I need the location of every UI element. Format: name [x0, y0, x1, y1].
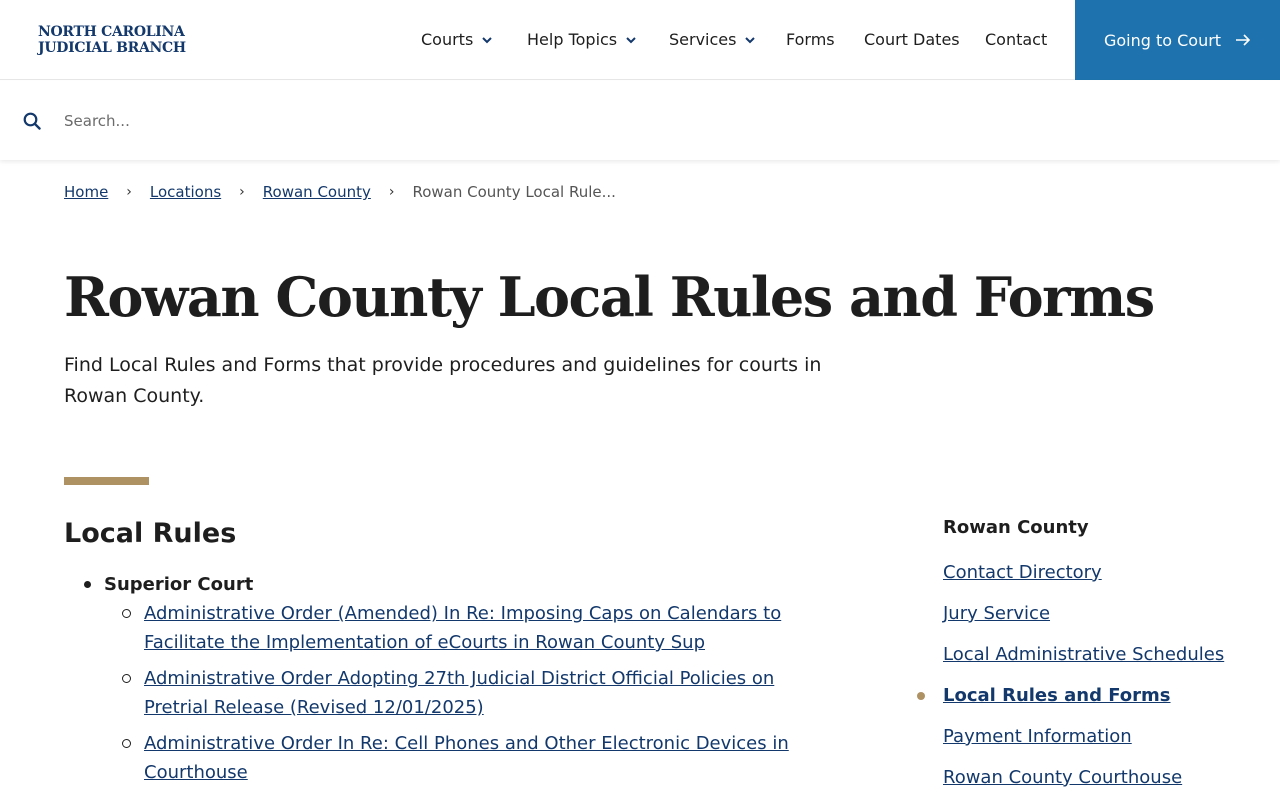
- list-item: Administrative Order In Re: Cell Phones …: [64, 729, 804, 787]
- list-item: Administrative Order Adopting 27th Judic…: [64, 664, 804, 722]
- nav-item-court-dates[interactable]: Court Dates: [864, 30, 960, 50]
- rule-link[interactable]: Administrative Order (Amended) In Re: Im…: [144, 603, 781, 653]
- chevron-right-icon: ›: [126, 184, 132, 200]
- rule-link[interactable]: Administrative Order In Re: Cell Phones …: [144, 733, 789, 783]
- sidebar-link[interactable]: Contact Directory: [943, 562, 1102, 583]
- list-item: Administrative Order (Amended) In Re: Im…: [64, 599, 804, 657]
- nav-item-label: Help Topics: [527, 30, 618, 49]
- breadcrumb-rowan-county[interactable]: Rowan County: [263, 183, 371, 201]
- sidebar-item-local-administrative-schedules: Local Administrative Schedules: [943, 640, 1243, 669]
- breadcrumb-home[interactable]: Home: [64, 183, 108, 201]
- nav-item-label: Contact: [985, 30, 1048, 49]
- nav-item-label: Forms: [786, 30, 835, 49]
- chevron-right-icon: ›: [239, 184, 245, 200]
- site-header: NORTH CAROLINA JUDICIAL BRANCH Courts He…: [0, 0, 1280, 80]
- chevron-down-icon: [482, 37, 493, 44]
- sidebar-nav: Rowan County Contact Directory Jury Serv…: [917, 514, 1243, 800]
- search-input[interactable]: [64, 107, 964, 135]
- going-to-court-button[interactable]: Going to Court: [1075, 0, 1280, 80]
- nav-item-contact[interactable]: Contact: [985, 30, 1047, 50]
- nav-item-label: Courts: [421, 30, 474, 49]
- nav-item-forms[interactable]: Forms: [786, 30, 835, 50]
- sidebar-link[interactable]: Local Rules and Forms: [943, 685, 1171, 706]
- page-title: Rowan County Local Rules and Forms: [64, 265, 1155, 329]
- sidebar-link[interactable]: Jury Service: [943, 603, 1050, 624]
- local-rules-heading: Local Rules: [64, 518, 237, 549]
- logo-line-1: NORTH CAROLINA: [38, 24, 185, 40]
- sidebar-title: Rowan County: [943, 517, 1089, 538]
- local-rules-list: Superior Court Administrative Order (Ame…: [64, 570, 804, 794]
- breadcrumb-current: Rowan County Local Rule...: [412, 183, 616, 201]
- logo-line-2: JUDICIAL BRANCH: [38, 40, 186, 56]
- sidebar-item-contact-directory: Contact Directory: [943, 558, 1243, 587]
- nav-item-label: Services: [669, 30, 737, 49]
- page-intro: Find Local Rules and Forms that provide …: [64, 354, 822, 407]
- rule-link[interactable]: Administrative Order Adopting 27th Judic…: [144, 668, 774, 718]
- sidebar-link[interactable]: Local Administrative Schedules: [943, 644, 1224, 665]
- accent-divider: [64, 477, 149, 485]
- nav-item-services[interactable]: Services: [669, 30, 756, 50]
- going-to-court-label: Going to Court: [1103, 30, 1222, 50]
- search-bar: [0, 81, 1280, 160]
- nav-item-label: Court Dates: [864, 30, 960, 49]
- sidebar-item-rowan-county-courthouse: Rowan County Courthouse: [943, 763, 1243, 792]
- nav-item-help-topics[interactable]: Help Topics: [527, 30, 637, 50]
- rules-group-label: Superior Court: [64, 570, 804, 599]
- breadcrumb: Home › Locations › Rowan County › Rowan …: [64, 183, 616, 201]
- chevron-down-icon: [745, 37, 756, 44]
- sidebar-item-local-rules-and-forms: Local Rules and Forms: [917, 681, 1243, 710]
- sidebar-item-jury-service: Jury Service: [943, 599, 1243, 628]
- sidebar-link[interactable]: Rowan County Courthouse: [943, 767, 1182, 788]
- search-icon[interactable]: [23, 112, 41, 130]
- site-logo[interactable]: NORTH CAROLINA JUDICIAL BRANCH: [38, 24, 186, 56]
- active-indicator-dot: [917, 692, 925, 700]
- sidebar-item-payment-information: Payment Information: [943, 722, 1243, 751]
- chevron-down-icon: [626, 37, 636, 44]
- breadcrumb-locations[interactable]: Locations: [150, 183, 221, 201]
- chevron-right-icon: ›: [388, 184, 395, 200]
- nav-item-courts[interactable]: Courts: [421, 30, 493, 50]
- sidebar-link[interactable]: Payment Information: [943, 726, 1132, 747]
- rules-group-superior-court: Superior Court Administrative Order (Ame…: [64, 570, 804, 787]
- arrow-right-icon: [1236, 34, 1251, 46]
